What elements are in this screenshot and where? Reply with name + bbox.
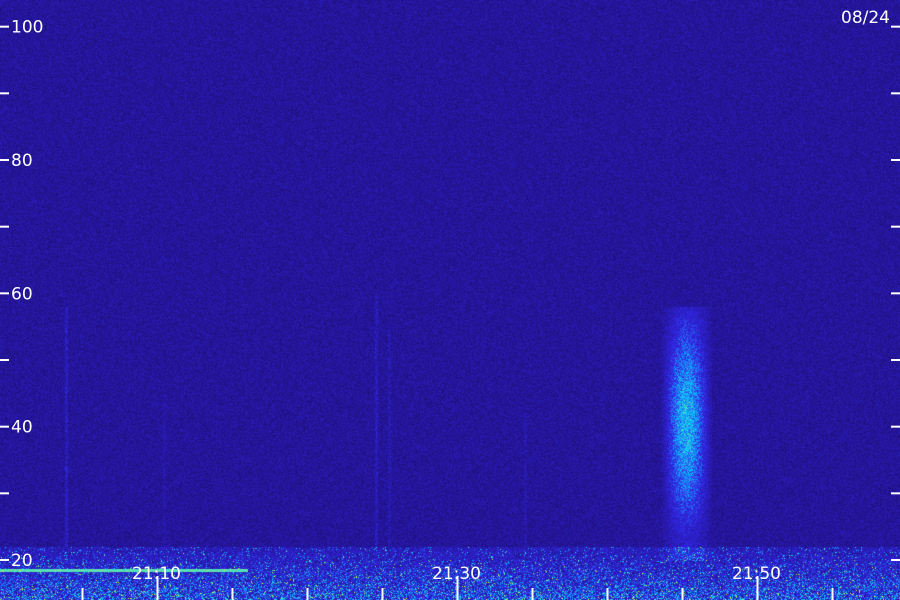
x-tick-label: 21:10: [132, 564, 181, 584]
y-tick-label: 60: [11, 284, 33, 304]
axis-overlay: 08/24 100 80 60 40 20 21:10 21:30 21:50: [0, 8, 900, 600]
x-tick-label: 21:50: [732, 564, 781, 584]
x-tick-label: 21:30: [432, 564, 481, 584]
y-tick-label: 20: [11, 551, 33, 571]
y-tick-label: 80: [11, 151, 33, 171]
y-tick-label: 40: [11, 418, 33, 438]
y-tick-label: 100: [11, 18, 43, 38]
spectrogram-chart: 08/24 100 80 60 40 20 21:10 21:30 21:50: [0, 0, 900, 600]
date-label: 08/24: [841, 8, 890, 28]
